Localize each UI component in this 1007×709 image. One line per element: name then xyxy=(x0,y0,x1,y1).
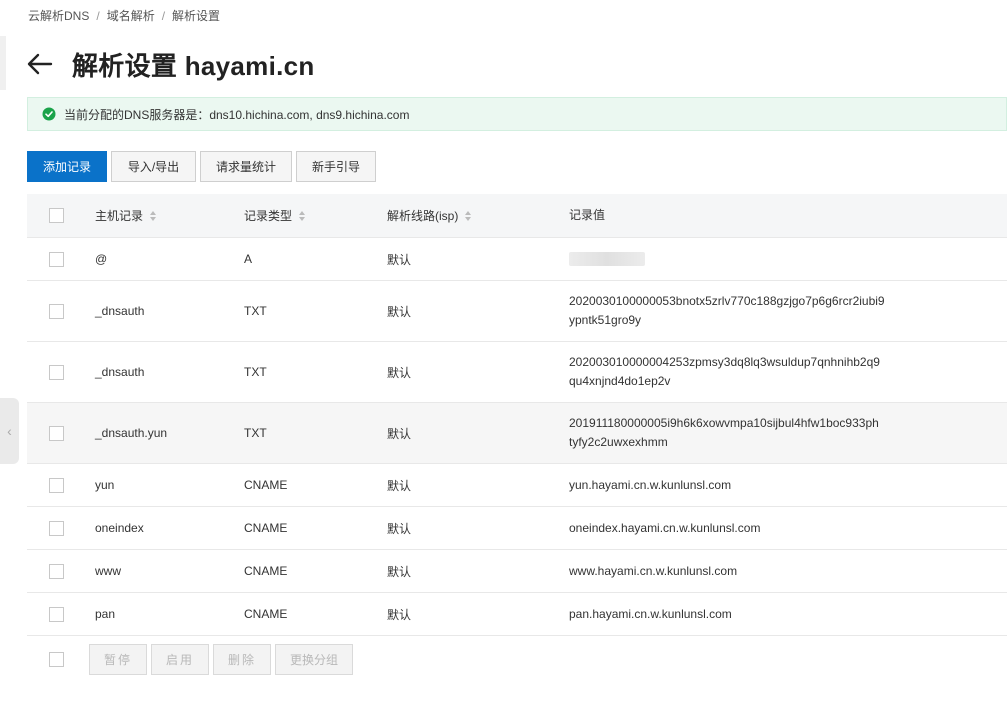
bulk-select-checkbox[interactable] xyxy=(49,652,64,667)
cell-value: 202003010000004253zpmsy3dq8lq3wsuldup7qn… xyxy=(569,353,1007,391)
pause-button[interactable]: 暂停 xyxy=(89,644,148,675)
cell-type: TXT xyxy=(244,426,267,440)
cell-value: oneindex.hayami.cn.w.kunlunsl.com xyxy=(569,520,761,535)
toolbar: 添加记录 导入/导出 请求量统计 新手引导 xyxy=(27,151,376,182)
add-record-button[interactable]: 添加记录 xyxy=(27,151,107,182)
back-arrow-icon[interactable] xyxy=(27,49,57,79)
table-row: yun CNAME 默认 yun.hayami.cn.w.kunlunsl.co… xyxy=(27,464,1007,507)
cell-host: @ xyxy=(95,252,108,266)
row-checkbox[interactable] xyxy=(49,364,64,380)
delete-button[interactable]: 删除 xyxy=(213,644,272,675)
table-header: 主机记录 记录类型 解析线路(isp) 记录值 xyxy=(27,194,1007,238)
page-title: 解析设置 hayami.cn xyxy=(72,50,315,81)
breadcrumb-separator: / xyxy=(161,9,166,23)
row-checkbox[interactable] xyxy=(49,520,64,536)
cell-host: _dnsauth xyxy=(95,304,145,318)
cell-value-line: 201911180000005i9h6k6xowvmpa10sijbul4hfw… xyxy=(569,416,879,430)
table-row: _dnsauth TXT 默认 202003010000004253zpmsy3… xyxy=(27,342,1007,403)
table-row: www CNAME 默认 www.hayami.cn.w.kunlunsl.co… xyxy=(27,550,1007,593)
sort-icon[interactable] xyxy=(150,210,157,221)
title-row: 解析设置 hayami.cn xyxy=(27,44,315,84)
cell-line: 默认 xyxy=(387,365,412,380)
row-checkbox[interactable] xyxy=(49,303,64,319)
row-checkbox[interactable] xyxy=(49,425,64,441)
cell-value-line: qu4xnjnd4do1ep2v xyxy=(569,374,671,388)
row-checkbox[interactable] xyxy=(49,477,64,493)
cell-line: 默认 xyxy=(387,304,412,319)
cell-value: 201911180000005i9h6k6xowvmpa10sijbul4hfw… xyxy=(569,414,1007,452)
breadcrumb-item-current: 解析设置 xyxy=(172,9,221,23)
cell-host: www xyxy=(95,564,121,578)
cell-value: 2020030100000053bnotx5zrlv770c188gzjgo7p… xyxy=(569,292,1007,330)
cell-type: A xyxy=(244,252,253,266)
breadcrumb-item-dns[interactable]: 云解析DNS xyxy=(28,9,89,23)
import-export-button[interactable]: 导入/导出 xyxy=(111,151,196,182)
notice-text: 当前分配的DNS服务器是：dns10.hichina.com, dns9.hic… xyxy=(64,107,410,122)
records-table: 主机记录 记录类型 解析线路(isp) 记录值 @ A 默认 _dnsauth … xyxy=(27,194,1007,636)
header-host: 主机记录 xyxy=(95,209,144,223)
left-rail xyxy=(0,36,6,90)
cell-line: 默认 xyxy=(387,607,412,622)
cell-type: TXT xyxy=(244,304,267,318)
table-row: oneindex CNAME 默认 oneindex.hayami.cn.w.k… xyxy=(27,507,1007,550)
change-group-button[interactable]: 更换分组 xyxy=(275,644,354,675)
sort-icon[interactable] xyxy=(465,210,472,221)
enable-button[interactable]: 启用 xyxy=(151,644,210,675)
header-value: 记录值 xyxy=(569,208,606,222)
header-line: 解析线路(isp) xyxy=(387,209,459,223)
table-row: pan CNAME 默认 pan.hayami.cn.w.kunlunsl.co… xyxy=(27,593,1007,636)
cell-host: _dnsauth.yun xyxy=(95,426,168,440)
row-checkbox[interactable] xyxy=(49,606,64,622)
sort-icon[interactable] xyxy=(299,210,306,221)
cell-host: pan xyxy=(95,607,116,621)
cell-type: TXT xyxy=(244,365,267,379)
cell-host: yun xyxy=(95,478,115,492)
check-circle-icon xyxy=(42,107,56,121)
dns-server-notice: 当前分配的DNS服务器是：dns10.hichina.com, dns9.hic… xyxy=(27,97,1007,131)
cell-line: 默认 xyxy=(387,564,412,579)
bulk-action-bar: 暂停 启用 删除 更换分组 xyxy=(27,644,357,675)
header-type: 记录类型 xyxy=(244,209,293,223)
cell-line: 默认 xyxy=(387,426,412,441)
masked-value xyxy=(569,252,645,267)
breadcrumb: 云解析DNS / 域名解析 / 解析设置 xyxy=(28,7,220,24)
cell-value: www.hayami.cn.w.kunlunsl.com xyxy=(569,563,738,578)
table-row: _dnsauth TXT 默认 2020030100000053bnotx5zr… xyxy=(27,281,1007,342)
cell-line: 默认 xyxy=(387,252,412,267)
collapse-sidebar-handle[interactable]: ‹ xyxy=(0,398,19,464)
cell-line: 默认 xyxy=(387,478,412,493)
select-all-checkbox[interactable] xyxy=(49,208,64,223)
cell-type: CNAME xyxy=(244,521,288,535)
breadcrumb-item-domain[interactable]: 域名解析 xyxy=(107,9,155,23)
table-row: @ A 默认 xyxy=(27,238,1007,281)
cell-value-line: 2020030100000053bnotx5zrlv770c188gzjgo7p… xyxy=(569,294,885,308)
breadcrumb-separator: / xyxy=(96,9,100,23)
cell-value-line: tyfy2c2uwxexhmm xyxy=(569,435,668,449)
row-checkbox[interactable] xyxy=(49,563,64,579)
cell-value-line: ypntk51gro9y xyxy=(569,313,642,327)
row-checkbox[interactable] xyxy=(49,251,64,267)
beginner-guide-button[interactable]: 新手引导 xyxy=(296,151,376,182)
cell-type: CNAME xyxy=(244,564,288,578)
cell-type: CNAME xyxy=(244,478,288,492)
cell-value: pan.hayami.cn.w.kunlunsl.com xyxy=(569,606,732,621)
cell-host: oneindex xyxy=(95,521,144,535)
cell-host: _dnsauth xyxy=(95,365,145,379)
cell-value: yun.hayami.cn.w.kunlunsl.com xyxy=(569,477,732,492)
cell-line: 默认 xyxy=(387,521,412,536)
cell-type: CNAME xyxy=(244,607,288,621)
cell-value-line: 202003010000004253zpmsy3dq8lq3wsuldup7qn… xyxy=(569,355,880,369)
table-row: _dnsauth.yun TXT 默认 201911180000005i9h6k… xyxy=(27,403,1007,464)
chevron-left-icon: ‹ xyxy=(7,423,12,439)
request-stats-button[interactable]: 请求量统计 xyxy=(200,151,292,182)
